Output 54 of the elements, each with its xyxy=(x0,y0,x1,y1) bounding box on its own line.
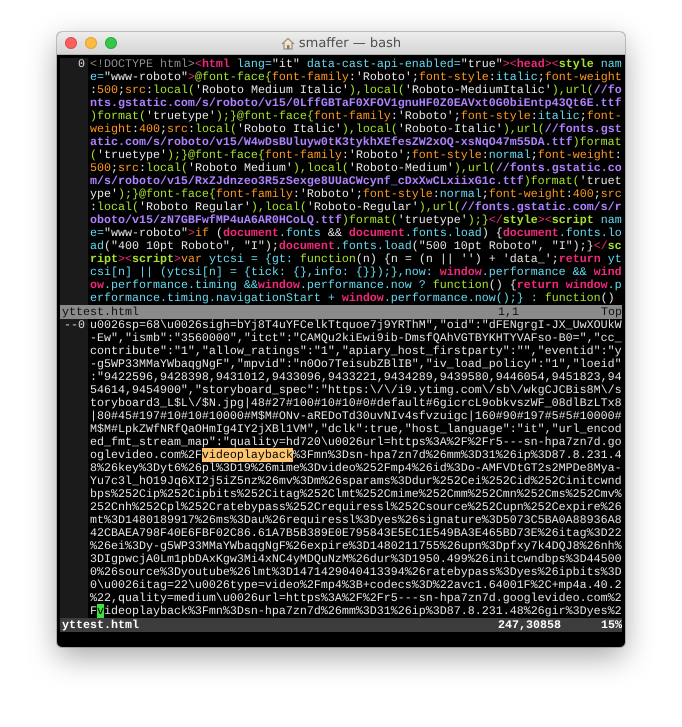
line-number: 0 xyxy=(78,58,86,71)
code-line: 42CBAEA798F40E6FBF02C86.61A7B5B389E0E795843E5EC1E549BA3E465BD73E%26itag%3D22 xyxy=(90,527,622,540)
code-line: Yu7c3l_hO19Jq6XI2j5iZ5nz%26mv%3Dm%26sparams%3Ddur%252Cei%252Cid%252Cinitcwnd xyxy=(90,475,622,488)
code-line: m/s/roboto/v15/RxZJdnzeo3R5zSexge8UUaCWcynf_cDxXwCLxiixG1c.ttf)format('truet xyxy=(90,175,622,188)
code-line: <!DOCTYPE html><html lang="it" data-cast-api-enabled="true"><head><style nam xyxy=(90,58,622,71)
code-line: 500;src:local('Roboto Medium'),local('Roboto-Medium'),url(//fonts.gstatic.co xyxy=(90,162,622,175)
scroll-position: Top xyxy=(601,305,622,319)
code-line: 0%26source%3Dyoutube%26lmt%3D1471429040413394%26ratebypass%3Dyes%26ipbits%3D xyxy=(90,566,622,579)
scroll-position: 15% xyxy=(601,618,622,632)
code-line: toryboard3_L$L\/$N.jpg|48#27#100#10#10#0#default#6gicrcL9obkvszWF_08dlBzLTx8 xyxy=(90,397,622,410)
code-line: )format('truetype');}@font-face{font-family:'Roboto';font-style:italic;font- xyxy=(90,110,622,123)
code-line: 8%26key%3Dyt6%26pl%3D19%26mime%3Dvideo%252Fmp4%26id%3Do-AMFVDtGT2s2MPDe8Mya- xyxy=(90,462,622,475)
code-line: u0026sp=68\u0026sigh=bYj8T4uYFCelkTtquoe7j9YRThM","oid":"dFENgrgI-JX_UwXOUkW xyxy=(90,319,622,332)
code-line: -g5WP33MMaYWbaqgNgF","mpvid":"n0Oo7TeisubZBlIB","iv_load_policy":"1","loeid" xyxy=(90,358,622,371)
code-line: nts.gstatic.com/s/roboto/v15/0LffGBTaF0XFOV1gnuHF0Z0EAVxt0G0biEntp43Qt6E.ttf xyxy=(90,97,622,110)
code-line: mt%3D1480189917%26ms%3Dau%26requiressl%3Dyes%26signature%3D5073C5BA0A88936A8 xyxy=(90,514,622,527)
code-line: M$M#LpkZWfNRfQaOHmIg4IY2jXBl1VM","dclk":true,"host_language":"it","url_encod xyxy=(90,423,622,436)
code-line: :local('Roboto Regular'),local('Roboto-Regular'),url(//fonts.gstatic.com/s/r xyxy=(90,201,622,214)
code-line: weight:400;src:local('Roboto Italic'),local('Roboto-Italic'),url(//fonts.gst xyxy=(90,123,622,136)
code-line: bps%252Cip%252Cipbits%252Citag%252Clmt%252Cmime%252Cmm%252Cmn%252Cms%252Cmv% xyxy=(90,488,622,501)
code-line: %26ei%3Dy-g5WP33MMaYWbaqgNgF%26expire%3D1480211755%26upn%3Dpfxy7k4DQJ8%26nh% xyxy=(90,540,622,553)
code-line: contribute":"1","allow_ratings":"1","apiary_host_firstparty":"","eventid":"y xyxy=(90,345,622,358)
code-line: |80#45#197#10#10#10000#M$M#ONv-aREDoTd30uvNIv4sfvzuigc|160#90#197#5#5#10000# xyxy=(90,410,622,423)
minimize-button[interactable] xyxy=(85,37,97,49)
code-line: -Ew","ismb":"3560000","itct":"CAMQu2kiEwi9ib-DmsfQAhVGTBYKHTYVAFso-B0=","cc_ xyxy=(90,332,622,345)
code-line: erformance.timing.navigationStart + window.performance.now();} : function() xyxy=(90,292,616,305)
code-line: :"9422596,9428398,9431012,9433096,9433221,9434289,9439580,9446054,9451823,94 xyxy=(90,371,622,384)
code-line: ript><script>var ytcsi = {gt: function(n) {n = (n || '') + 'data_';return yt xyxy=(90,253,622,266)
code-line: :500;src:local('Roboto Medium Italic'),local('Roboto-MediumItalic'),url(//fo xyxy=(90,84,622,97)
code-line: 0\u0026itag=22\u0026type=video%2Fmp4%3B+codecs%3D%22avc1.64001F%2C+mp4a.40.2 xyxy=(90,579,622,592)
file-name: yttest.html xyxy=(61,618,140,632)
cursor-position: 1,1 xyxy=(498,305,519,319)
code-line: oboto/v15/zN7GBFwfMP4uA6AR0HCoLQ.ttf)format('truetype');}</style><script nam xyxy=(90,214,622,227)
code-line: ('truetype');}@font-face{font-family:'Roboto';font-style:normal;font-weight: xyxy=(90,149,622,162)
line-number: --0 xyxy=(64,319,86,332)
code-line: ype');}@font-face{font-family:'Roboto';font-style:normal;font-weight:400;src xyxy=(90,188,622,201)
code-line: 54614,9454900","storyboard_spec":"https:\/\/i9.ytimg.com\/sb\/wkgCJCBis8M\/s xyxy=(90,384,622,397)
code-line: ed_fmt_stream_map":"quality=hd720\u0026url=https%3A%2F%2Fr5---sn-hpa7zn7d.go xyxy=(90,436,622,449)
code-line: csi[n] || (ytcsi[n] = {tick: {},info: {}});},now: window.performance && wind xyxy=(90,266,622,279)
code-line: 252Cnh%252Cpl%252Cratebypass%252Crequiressl%252Csource%252Cupn%252Cexpire%26 xyxy=(90,501,622,514)
code-line: ow.performance.timing &&window.performance.now ? function() {return window.p xyxy=(90,279,622,292)
house-icon xyxy=(280,36,295,50)
code-line: ad("400 10pt Roboto", "I");document.fonts.load("500 10pt Roboto", "I");}</sc xyxy=(90,240,622,253)
code-line: Fvideoplayback%3Fmn%3Dsn-hpa7zn7d%26mm%3D31%26ip%3D87.8.231.48%26gir%3Dyes%2 xyxy=(90,605,622,618)
window-title: smaffer — bash xyxy=(298,36,402,50)
code-line: atic.com/s/roboto/v15/W4wDsBUluyw0tK3tykhXEfesZW2xOQ-xsNqO47m55DA.ttf)format xyxy=(90,136,622,149)
maximize-button[interactable] xyxy=(105,37,117,49)
cursor-position: 247,30858 xyxy=(498,618,561,632)
code-line: e="www-roboto">@font-face{font-family:'Roboto';font-style:italic;font-weight xyxy=(90,71,622,84)
code-line: e="www-roboto">if (document.fonts && document.fonts.load) {document.fonts.lo xyxy=(90,227,622,240)
close-button[interactable] xyxy=(65,37,77,49)
file-name: yttest.html xyxy=(61,305,140,319)
code-line: 3DIgpwcjA0Lm1pbDAxKgw3Mi4xNC4yMDQuNzM%26dur%3D1950.499%26initcwndbps%3D44500 xyxy=(90,553,622,566)
code-line: %22,quality=medium\u0026url=https%3A%2F%2Fr5---sn-hpa7zn7d.googlevideo.com%2 xyxy=(90,592,622,605)
